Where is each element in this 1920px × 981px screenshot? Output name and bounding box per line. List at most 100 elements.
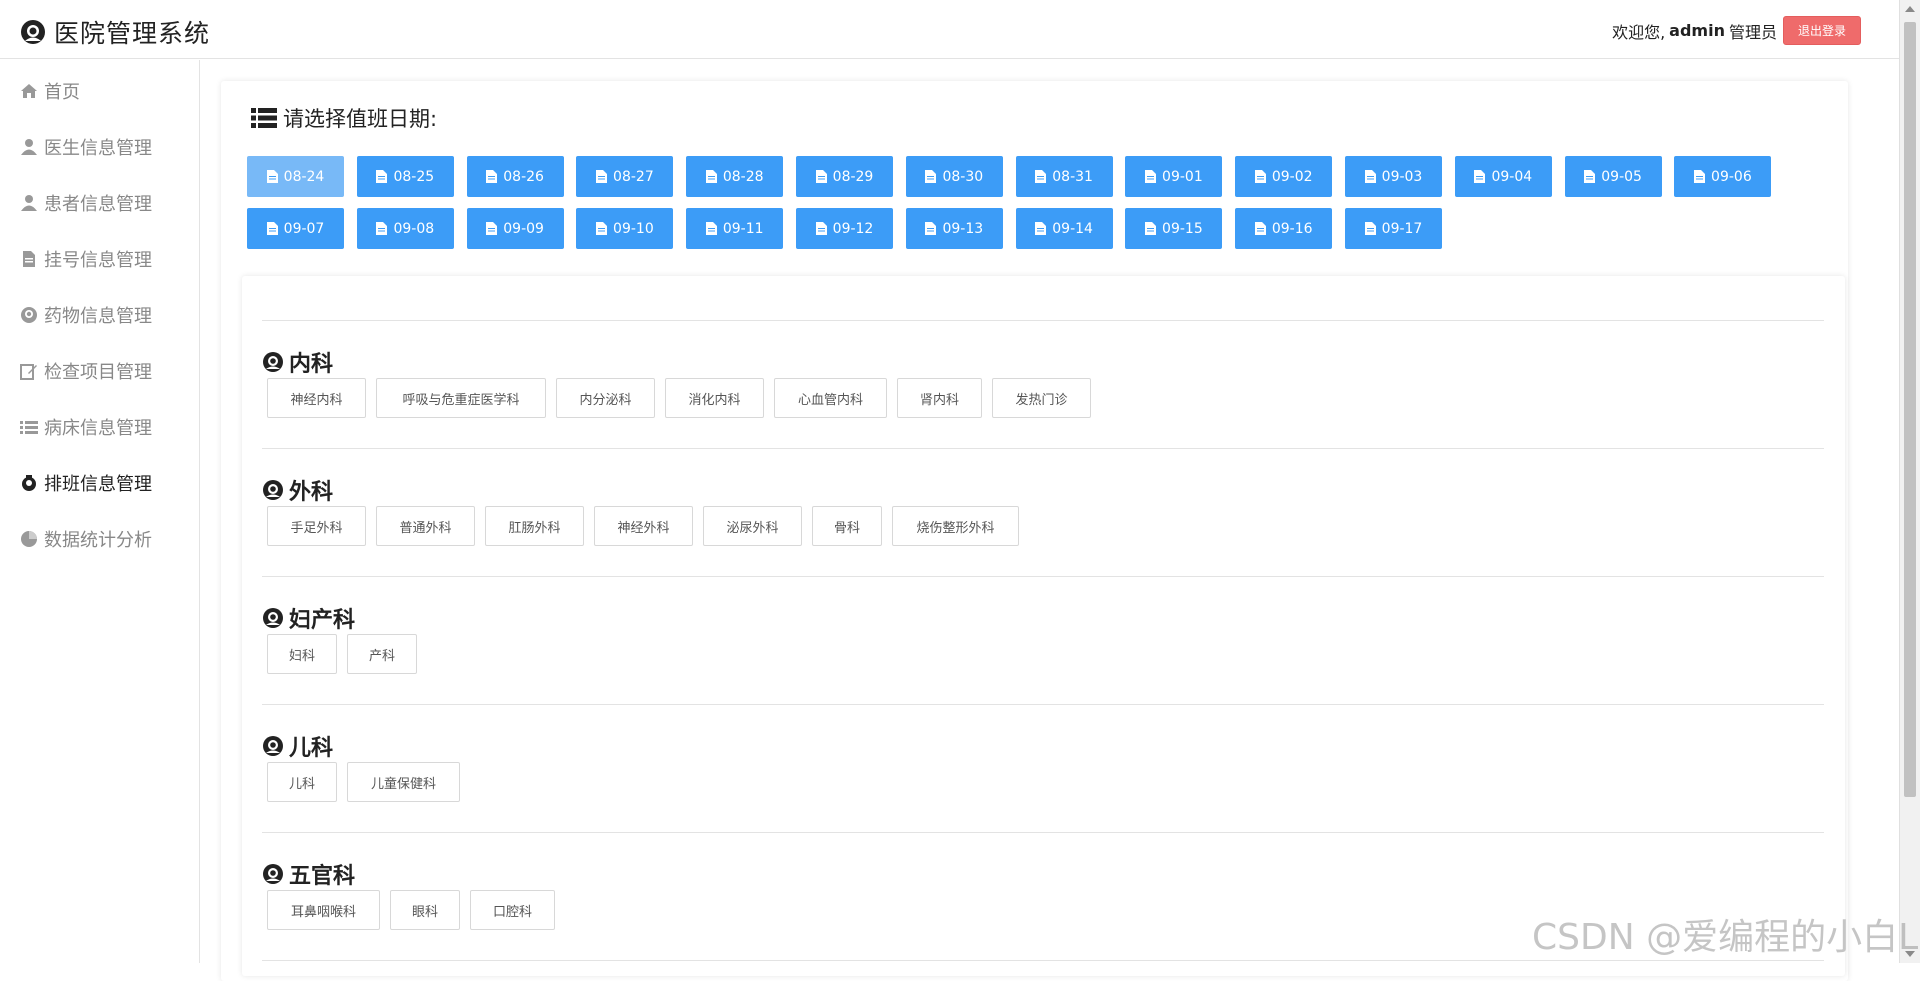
sub-department-button[interactable]: 神经外科 xyxy=(594,506,693,546)
sub-department-button[interactable]: 骨科 xyxy=(812,506,882,546)
department-title: 外科 xyxy=(262,474,333,506)
date-button[interactable]: 09-06 xyxy=(1674,156,1772,197)
date-button[interactable]: 09-08 xyxy=(356,208,454,249)
user-icon xyxy=(21,139,37,155)
scroll-up-arrow[interactable] xyxy=(1905,6,1915,12)
sidebar-item-doctors[interactable]: 医生信息管理 xyxy=(20,134,152,160)
sub-department-button[interactable]: 肾内科 xyxy=(897,378,982,418)
date-button[interactable]: 09-12 xyxy=(796,208,893,249)
date-button[interactable]: 09-07 xyxy=(247,208,344,249)
date-button[interactable]: 08-29 xyxy=(796,156,893,197)
doctor-icon xyxy=(263,864,283,884)
sub-department-button[interactable]: 普通外科 xyxy=(376,506,475,546)
date-button[interactable]: 09-17 xyxy=(1345,208,1442,249)
date-button[interactable]: 08-26 xyxy=(466,156,564,197)
file-icon xyxy=(705,222,717,235)
sub-department-button[interactable]: 耳鼻咽喉科 xyxy=(267,890,380,930)
sub-department-button[interactable]: 口腔科 xyxy=(470,890,555,930)
file-icon xyxy=(1474,170,1486,183)
app-logo: 医院管理系统 xyxy=(20,14,210,50)
page-scrollbar[interactable] xyxy=(1899,0,1920,963)
file-icon xyxy=(1145,170,1157,183)
date-button[interactable]: 08-31 xyxy=(1015,156,1113,197)
date-label: 09-16 xyxy=(1271,220,1313,237)
sub-department-button[interactable]: 手足外科 xyxy=(267,506,366,546)
date-button[interactable]: 08-30 xyxy=(905,156,1003,197)
user-role: 管理员 xyxy=(1728,22,1777,42)
date-button[interactable]: 08-27 xyxy=(576,156,674,197)
file-icon xyxy=(705,170,717,183)
sidebar-item-label: 患者信息管理 xyxy=(44,194,152,215)
department-title: 儿科 xyxy=(262,730,333,762)
logout-button[interactable]: 退出登录 xyxy=(1782,16,1861,45)
sub-department-button[interactable]: 泌尿外科 xyxy=(703,506,802,546)
sub-department-button[interactable]: 产科 xyxy=(347,634,417,674)
date-button[interactable]: 08-28 xyxy=(686,156,784,197)
date-button[interactable]: 09-02 xyxy=(1235,156,1333,197)
username: admin xyxy=(1669,21,1725,40)
date-button[interactable]: 09-16 xyxy=(1235,208,1333,249)
sidebar-item-label: 药物信息管理 xyxy=(44,306,152,327)
sub-department-button[interactable]: 儿童保健科 xyxy=(347,762,460,802)
sub-department-button[interactable]: 消化内科 xyxy=(665,378,764,418)
sidebar-item-registration[interactable]: 挂号信息管理 xyxy=(20,246,152,272)
date-button[interactable]: 08-24 xyxy=(247,156,344,197)
sidebar-item-label: 医生信息管理 xyxy=(44,138,152,159)
date-button[interactable]: 09-10 xyxy=(576,208,674,249)
date-label: 09-14 xyxy=(1052,220,1093,237)
date-button[interactable]: 09-05 xyxy=(1564,156,1662,197)
file-icon xyxy=(266,170,278,183)
department-name: 内科 xyxy=(289,352,334,377)
sub-department-button[interactable]: 发热门诊 xyxy=(992,378,1091,418)
sidebar-item-label: 首页 xyxy=(44,82,80,103)
date-button[interactable]: 09-04 xyxy=(1454,156,1552,197)
sidebar-item-beds[interactable]: 病床信息管理 xyxy=(20,414,152,440)
sub-department-button[interactable]: 妇科 xyxy=(267,634,337,674)
sidebar-item-patients[interactable]: 患者信息管理 xyxy=(20,190,152,216)
department-name: 外科 xyxy=(289,480,334,505)
date-button[interactable]: 08-25 xyxy=(356,156,454,197)
file-icon xyxy=(486,170,498,183)
sidebar-item-schedule[interactable]: 排班信息管理 xyxy=(20,470,152,496)
section-divider xyxy=(262,320,1824,321)
scroll-thumb[interactable] xyxy=(1904,22,1916,797)
sub-department-button[interactable]: 心血管内科 xyxy=(774,378,887,418)
date-label: 09-03 xyxy=(1381,168,1423,185)
sub-department-button[interactable]: 儿科 xyxy=(267,762,337,802)
sub-department-button[interactable]: 内分泌科 xyxy=(556,378,655,418)
date-button[interactable]: 09-13 xyxy=(905,208,1003,249)
user-bar: 欢迎您, admin 管理员 退出登录 xyxy=(1612,16,1861,45)
date-label: 08-28 xyxy=(722,168,764,185)
sub-department-button[interactable]: 呼吸与危重症医学科 xyxy=(376,378,546,418)
top-header: 医院管理系统 欢迎您, admin 管理员 退出登录 xyxy=(0,0,1899,59)
sub-department-button[interactable]: 眼科 xyxy=(390,890,460,930)
sub-department-button[interactable]: 烧伤整形外科 xyxy=(892,506,1019,546)
date-label: 08-31 xyxy=(1052,168,1093,185)
file-icon xyxy=(596,222,608,235)
watermark: CSDN @爱编程的小白L xyxy=(1532,917,1919,958)
sidebar-item-label: 病床信息管理 xyxy=(44,418,152,439)
department-name: 妇产科 xyxy=(289,608,356,633)
file-icon xyxy=(1254,170,1266,183)
date-label: 09-07 xyxy=(283,220,325,237)
date-button[interactable]: 09-09 xyxy=(466,208,564,249)
date-button[interactable]: 09-15 xyxy=(1125,208,1223,249)
sub-department-button[interactable]: 肛肠外科 xyxy=(485,506,584,546)
file-icon xyxy=(1035,170,1047,183)
sidebar-item-statistics[interactable]: 数据统计分析 xyxy=(20,526,152,552)
date-button[interactable]: 09-01 xyxy=(1125,156,1223,197)
sidebar-item-home[interactable]: 首页 xyxy=(20,78,80,104)
file-icon xyxy=(596,170,608,183)
sidebar-item-examinations[interactable]: 检查项目管理 xyxy=(20,358,152,384)
section-divider xyxy=(262,704,1824,705)
list-icon xyxy=(251,108,277,128)
date-button[interactable]: 09-03 xyxy=(1345,156,1442,197)
section-divider xyxy=(262,576,1824,577)
sub-department-button[interactable]: 神经内科 xyxy=(267,378,366,418)
date-label: 09-04 xyxy=(1491,168,1533,185)
sidebar-item-medicine[interactable]: 药物信息管理 xyxy=(20,302,152,328)
date-button[interactable]: 09-14 xyxy=(1015,208,1113,249)
home-icon xyxy=(21,84,37,98)
date-button[interactable]: 09-11 xyxy=(686,208,784,249)
department-name: 五官科 xyxy=(289,864,356,889)
